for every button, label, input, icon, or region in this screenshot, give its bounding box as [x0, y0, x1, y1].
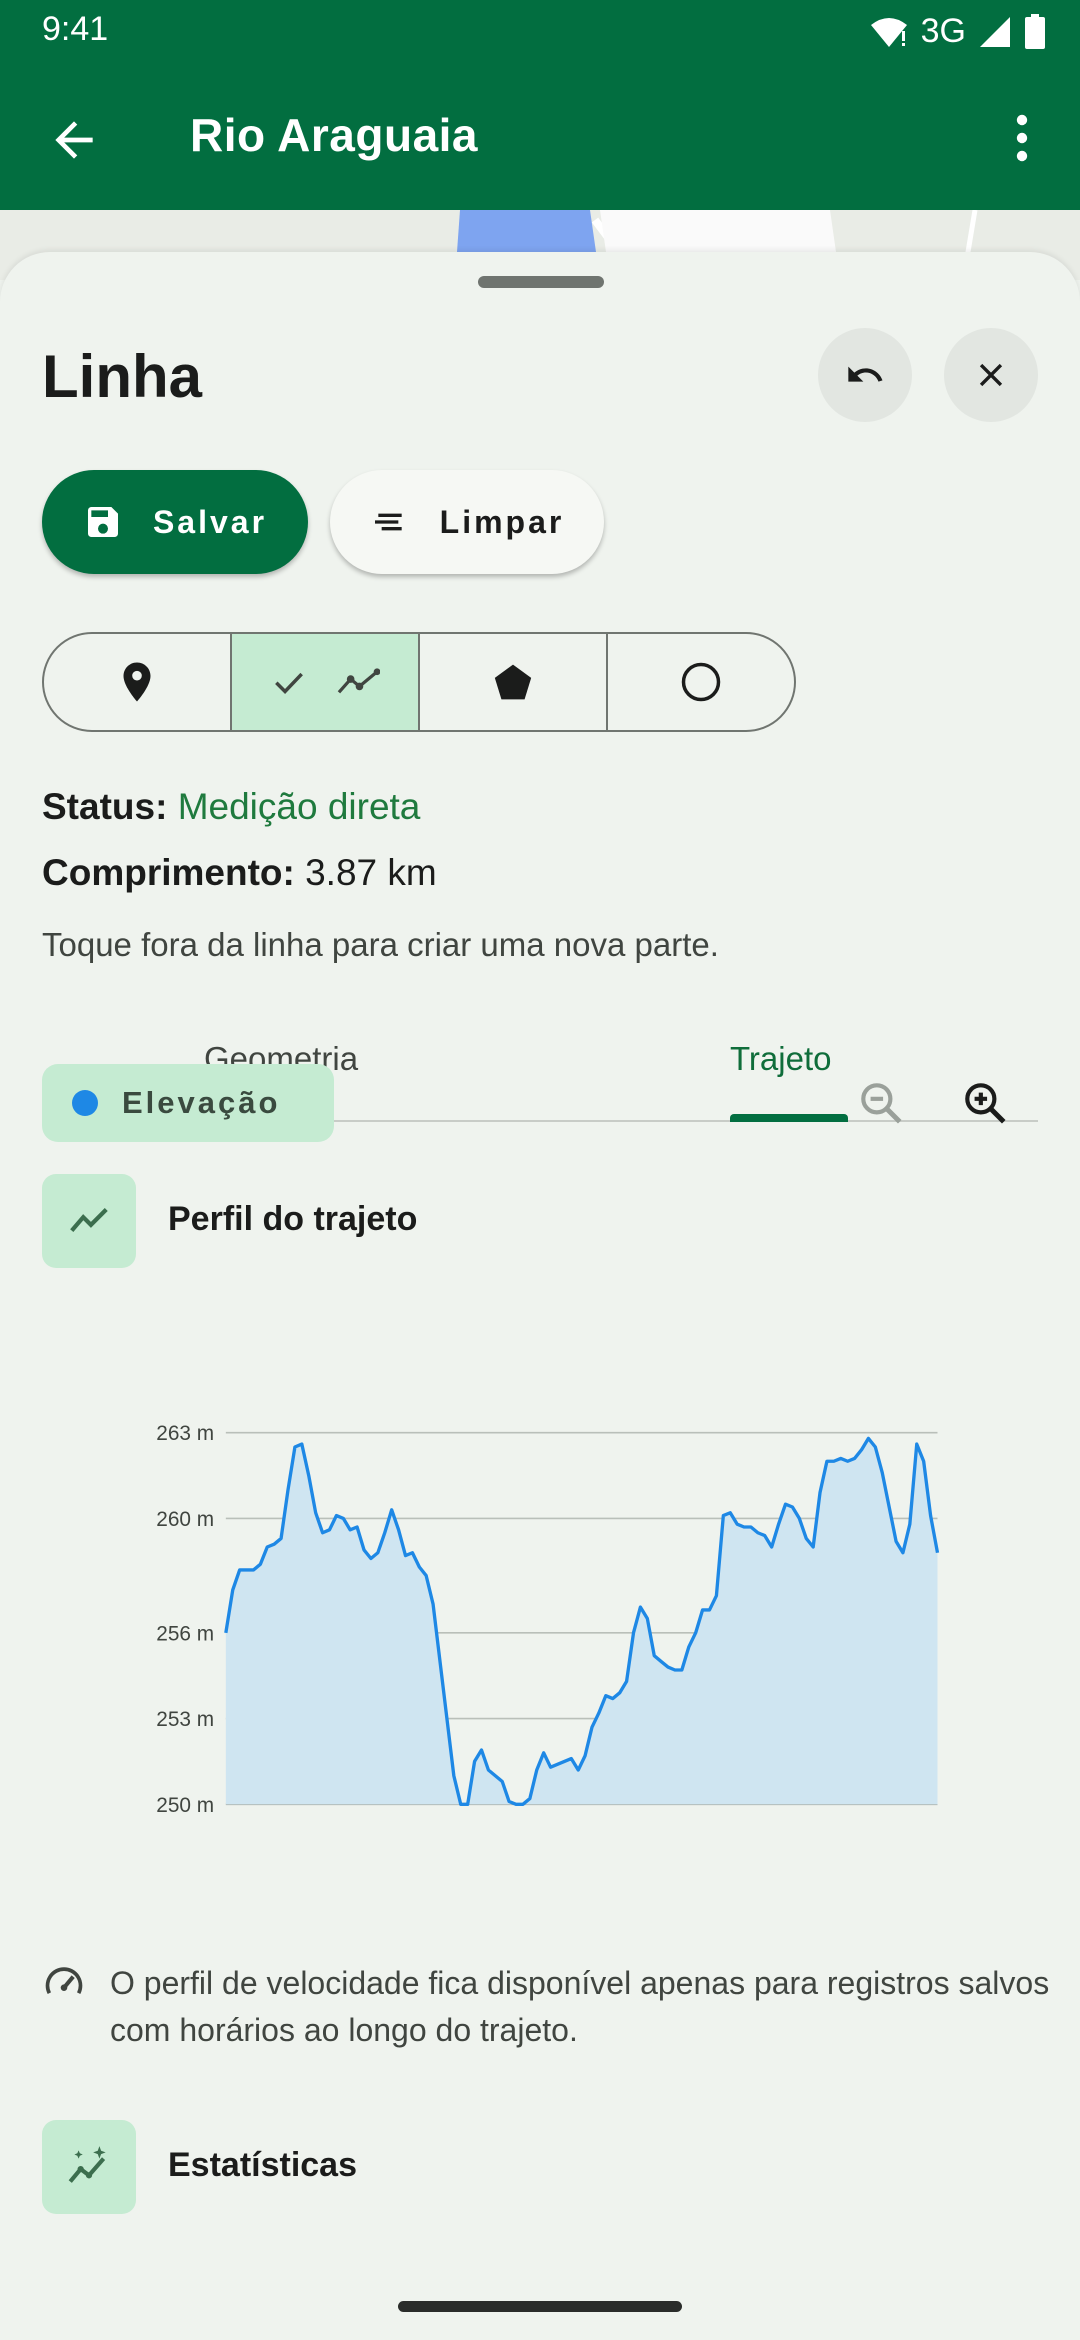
y-tick-label: 260 m [156, 1508, 214, 1531]
speed-gauge-icon [45, 1967, 83, 1995]
bottom-sheet: Linha Salvar Limpar Status: Medição dire… [0, 252, 1080, 2340]
close-icon [979, 363, 1003, 387]
x-tick-label: 1.93 km [544, 1815, 618, 1816]
save-label: Salvar [152, 503, 268, 540]
y-tick-label: 250 m [156, 1794, 214, 1816]
more-vert-icon[interactable] [998, 110, 1046, 166]
gesture-nav-bar[interactable] [398, 2301, 682, 2312]
series-dot [72, 1090, 98, 1116]
polyline-icon [337, 668, 380, 694]
profile-title: Perfil do trajeto [168, 1200, 418, 1238]
profile-section-icon [42, 1174, 136, 1268]
x-tick-label: 3.85 km [863, 1815, 937, 1816]
circle-icon [681, 662, 721, 702]
clear-button[interactable]: Limpar [330, 470, 604, 574]
speed-note-text: O perfil de velocidade fica disponível a… [110, 1965, 1050, 2048]
trending-icon [70, 1208, 108, 1232]
y-tick-label: 263 m [156, 1422, 214, 1445]
segment-polygon[interactable] [420, 634, 608, 730]
y-tick-label: 253 m [156, 1708, 214, 1731]
drag-handle[interactable] [478, 276, 604, 288]
stats-title: Estatísticas [168, 2146, 357, 2184]
stats-section-icon [42, 2120, 136, 2214]
y-tick-label: 256 m [156, 1622, 214, 1645]
tab-trajeto[interactable]: Trajeto [730, 1040, 831, 1078]
analytics-sparkle-icon [68, 2146, 106, 2183]
geometry-type-selector [42, 632, 796, 732]
clear-label: Limpar [439, 503, 565, 540]
location-pin-icon [123, 662, 151, 702]
battery-icon [1025, 13, 1045, 49]
status-value: Medição direta [177, 786, 421, 827]
status-icons: 3G [869, 12, 1046, 51]
status-time: 9:41 [42, 10, 109, 48]
segment-circle[interactable] [608, 634, 794, 730]
clear-all-icon [374, 513, 402, 531]
back-arrow-icon[interactable] [46, 112, 102, 168]
undo-button[interactable] [818, 328, 912, 422]
save-icon [87, 507, 118, 537]
app-bar: Rio Araguaia [0, 60, 1080, 210]
segment-point[interactable] [44, 634, 232, 730]
elevation-area [225, 1438, 938, 1805]
length-row: Comprimento: 3.87 km [42, 852, 437, 894]
close-button[interactable] [944, 328, 1038, 422]
sheet-title: Linha [42, 343, 202, 410]
network-type: 3G [920, 12, 966, 50]
elevation-chart[interactable]: 263 m 260 m 256 m 253 m 250 m 0.00 km 0.96 km 1… [40, 1416, 1030, 1816]
x-tick-label: 2.89 km [720, 1815, 794, 1816]
status-label: Status: [42, 786, 168, 827]
wifi-icon [870, 17, 907, 47]
check-icon [275, 672, 303, 694]
status-row: Status: Medição direta [42, 786, 420, 828]
tab-indicator [730, 1114, 848, 1122]
segment-line[interactable] [232, 634, 420, 730]
app-title: Rio Araguaia [190, 109, 479, 161]
save-button[interactable]: Salvar [42, 470, 308, 574]
zoom-out-icon[interactable] [856, 1078, 906, 1128]
hint-text: Toque fora da linha para criar uma nova … [42, 926, 719, 963]
pentagon-icon [494, 664, 532, 700]
status-bar: 9:41 3G [0, 0, 1080, 60]
x-tick-label: 0.00 km [226, 1815, 300, 1816]
signal-icon [980, 16, 1010, 47]
undo-icon [848, 366, 883, 382]
zoom-in-icon[interactable] [960, 1078, 1010, 1128]
x-tick-label: 0.96 km [365, 1815, 439, 1816]
length-value: 3.87 km [305, 852, 437, 893]
elevation-chip[interactable]: Elevação [42, 1064, 334, 1142]
length-label: Comprimento: [42, 852, 295, 893]
elevation-chip-label: Elevação [122, 1085, 281, 1120]
